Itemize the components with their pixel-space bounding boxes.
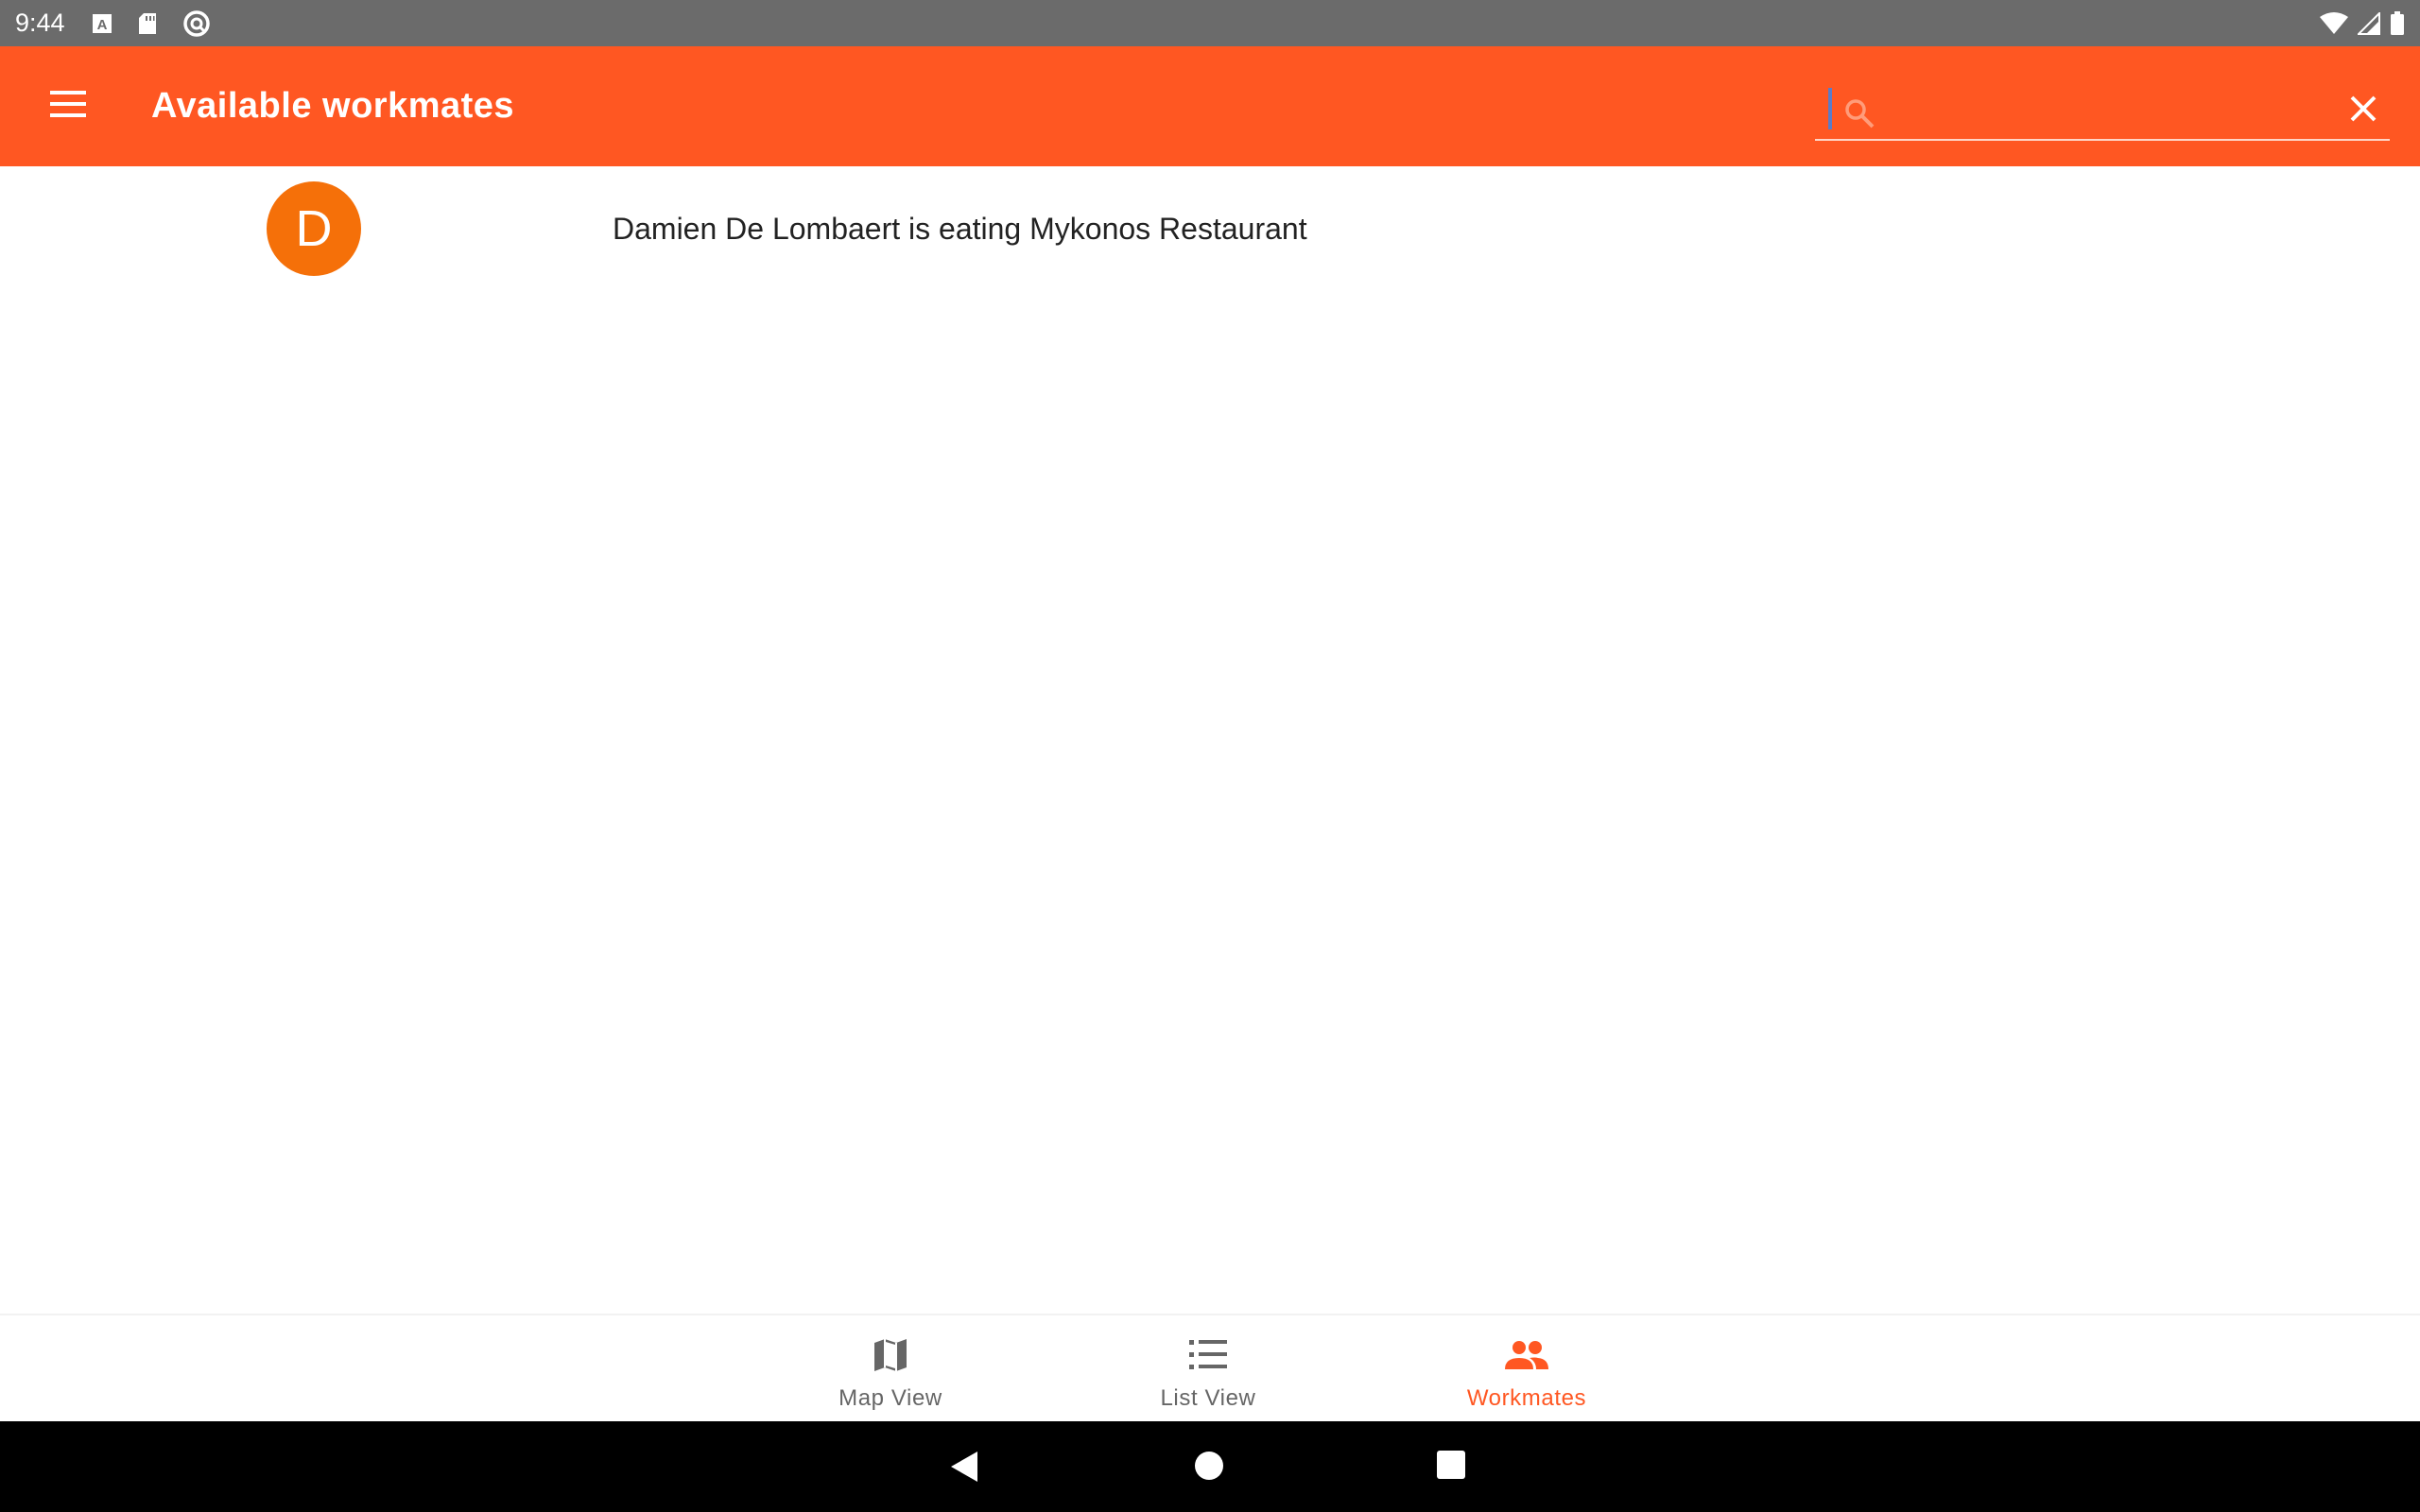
close-icon <box>2349 94 2377 128</box>
clear-search-button[interactable] <box>2344 92 2382 129</box>
search-icon <box>1843 97 1876 134</box>
workmates-list: D Damien De Lombaert is eating Mykonos R… <box>0 166 2420 291</box>
avatar: D <box>267 181 361 276</box>
sync-icon <box>182 9 211 38</box>
text-cursor <box>1828 88 1832 129</box>
cell-signal-icon <box>2358 11 2380 35</box>
nav-item-workmates[interactable]: Workmates <box>1413 1334 1640 1416</box>
bottom-navigation: Map View List View Workmates <box>0 1314 2420 1421</box>
app-bar: Available workmates <box>0 46 2420 166</box>
hamburger-menu-icon <box>50 90 86 122</box>
status-notification-icons: A <box>92 9 211 38</box>
people-icon <box>1504 1334 1549 1376</box>
app-screen: 9:44 A Available workmates D Damien De L… <box>0 0 2420 1512</box>
map-icon <box>872 1334 909 1376</box>
a-notification-icon: A <box>92 13 112 34</box>
status-system-icons <box>2320 10 2405 36</box>
recents-button[interactable] <box>1436 1450 1466 1485</box>
wifi-icon <box>2320 11 2348 35</box>
battery-icon <box>2390 10 2405 36</box>
nav-label: Map View <box>838 1385 942 1411</box>
back-triangle-icon <box>949 1452 979 1487</box>
nav-label: Workmates <box>1466 1385 1587 1411</box>
search-box[interactable] <box>1815 75 2390 141</box>
workmate-status-text: Damien De Lombaert is eating Mykonos Res… <box>613 212 1307 246</box>
status-bar: 9:44 A <box>0 0 2420 46</box>
menu-button[interactable] <box>38 82 98 129</box>
svg-text:A: A <box>96 17 107 33</box>
nav-label: List View <box>1160 1385 1256 1411</box>
nav-item-map-view[interactable]: Map View <box>777 1334 1004 1416</box>
page-title: Available workmates <box>151 86 515 126</box>
search-input[interactable] <box>1891 86 2250 131</box>
sd-card-icon <box>137 12 158 35</box>
nav-item-list-view[interactable]: List View <box>1095 1334 1322 1416</box>
list-icon <box>1189 1334 1227 1376</box>
recents-square-icon <box>1436 1451 1466 1484</box>
home-button[interactable] <box>1193 1450 1225 1486</box>
home-circle-icon <box>1193 1452 1225 1486</box>
back-button[interactable] <box>949 1450 979 1488</box>
list-item[interactable]: D Damien De Lombaert is eating Mykonos R… <box>0 166 2420 291</box>
system-navigation-bar <box>0 1421 2420 1512</box>
status-time: 9:44 <box>15 9 65 37</box>
